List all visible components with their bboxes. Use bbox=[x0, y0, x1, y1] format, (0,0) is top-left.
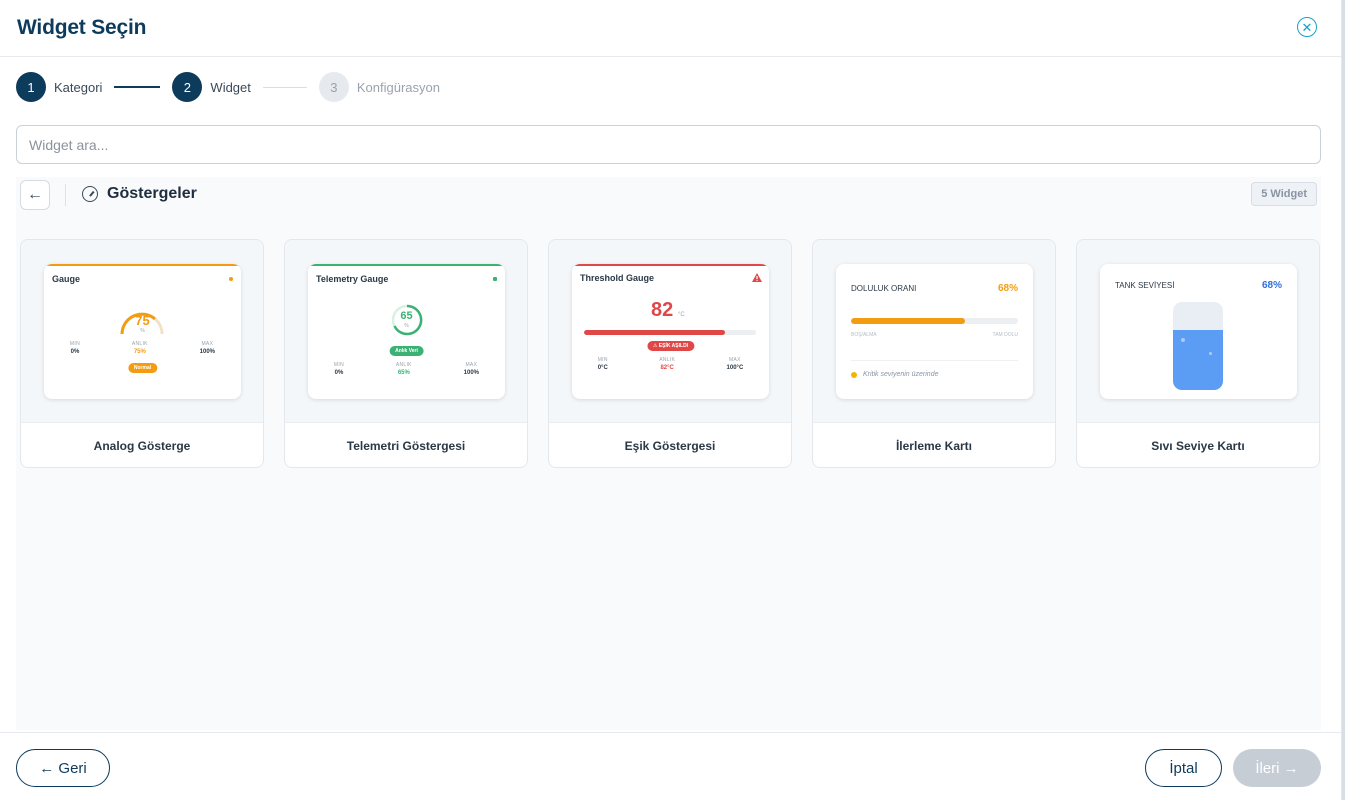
widget-card-name: Eşik Göstergesi bbox=[624, 439, 716, 453]
stat-row: MIN 0% ANLIK 75% MAX 100% bbox=[44, 341, 241, 355]
widget-count-badge: 5 Widget bbox=[1251, 182, 1317, 206]
stat-min: MIN 0°C bbox=[597, 357, 608, 371]
widget-preview: TANK SEVİYESİ 68% bbox=[1077, 240, 1319, 423]
step-connector bbox=[262, 86, 307, 88]
widget-card-telemetry-gauge[interactable]: Telemetry Gauge 65 % Anlık Veri MIN 0% AN… bbox=[284, 239, 528, 468]
widget-card-analog-gauge[interactable]: Gauge 75 % MIN 0% ANLIK 75% MAX 100% Nor… bbox=[20, 239, 264, 468]
status-dot-icon bbox=[493, 277, 497, 281]
progress-left-label: BOŞ/ALMA bbox=[851, 332, 877, 338]
warning-icon bbox=[752, 273, 762, 282]
threshold-bar bbox=[584, 330, 756, 335]
bubble-icon bbox=[1209, 352, 1212, 355]
divider bbox=[851, 360, 1018, 361]
status-dot-icon bbox=[851, 372, 857, 378]
preview-title: Threshold Gauge bbox=[580, 273, 655, 283]
progress-bar bbox=[851, 318, 1018, 324]
progress-right-label: TAM DOLU bbox=[992, 332, 1018, 338]
widget-gallery: ← Göstergeler 5 Widget Gauge 75 % MIN 0%… bbox=[16, 177, 1321, 730]
widget-card-liquid-level[interactable]: TANK SEVİYESİ 68% Sıvı Seviye Kartı bbox=[1076, 239, 1320, 468]
stat-current: ANLIK 82°C bbox=[659, 357, 676, 371]
step-label: Konfigürasyon bbox=[356, 79, 441, 95]
cancel-button[interactable]: İptal bbox=[1145, 749, 1222, 787]
gauge-value: 75 bbox=[135, 313, 150, 328]
preview-title: TANK SEVİYESİ bbox=[1115, 281, 1175, 290]
widget-preview: DOLULUK ORANI 68% BOŞ/ALMA TAM DOLU Krit… bbox=[813, 240, 1055, 423]
widget-card-name: Analog Gösterge bbox=[93, 439, 191, 453]
stat-max: MAX 100% bbox=[463, 362, 480, 376]
widget-card-list: Gauge 75 % MIN 0% ANLIK 75% MAX 100% Nor… bbox=[20, 239, 1320, 468]
preview-card: TANK SEVİYESİ 68% bbox=[1100, 264, 1297, 399]
accent-bar bbox=[44, 264, 241, 266]
status-pill: ⚠ EŞİK AŞILDI bbox=[646, 341, 695, 351]
back-button[interactable]: ← Geri bbox=[16, 749, 110, 787]
preview-card: Telemetry Gauge 65 % Anlık Veri MIN 0% AN… bbox=[308, 264, 505, 399]
status-dot-icon bbox=[229, 277, 233, 281]
accent-bar bbox=[572, 264, 769, 266]
step-connector bbox=[114, 86, 161, 88]
gauge-unit: % bbox=[140, 328, 145, 334]
widget-card-name: Telemetri Göstergesi bbox=[346, 439, 466, 453]
preview-title: Telemetry Gauge bbox=[316, 274, 389, 284]
step-number: 1 bbox=[16, 72, 46, 102]
widget-card-threshold-gauge[interactable]: Threshold Gauge 82 °C ⚠ EŞİK AŞILDI MIN … bbox=[548, 239, 792, 468]
step-configuration: 3 Konfigürasyon bbox=[318, 72, 441, 102]
progress-note: Kritik seviyenin üzerinde bbox=[863, 371, 939, 378]
stat-row: MIN 0°C ANLIK 82°C MAX 100°C bbox=[572, 357, 769, 371]
preview-title: DOLULUK ORANI bbox=[851, 284, 917, 293]
widget-select-modal: Widget Seçin ✕ 1 Kategori 2 Widget 3 Kon… bbox=[0, 0, 1342, 800]
step-category: 1 Kategori bbox=[16, 72, 102, 102]
stat-max: MAX 100% bbox=[199, 341, 216, 355]
gauge-value: 65 bbox=[400, 310, 413, 322]
stat-min: MIN 0% bbox=[69, 341, 80, 355]
bubble-icon bbox=[1181, 338, 1185, 342]
stat-current: ANLIK 65% bbox=[395, 362, 412, 376]
modal-header: Widget Seçin ✕ bbox=[0, 0, 1341, 57]
widget-preview: Telemetry Gauge 65 % Anlık Veri MIN 0% AN… bbox=[285, 240, 527, 423]
category-bar: ← Göstergeler 5 Widget bbox=[16, 177, 1321, 213]
stat-row: MIN 0% ANLIK 65% MAX 100% bbox=[308, 362, 505, 376]
preview-card: Threshold Gauge 82 °C ⚠ EŞİK AŞILDI MIN … bbox=[572, 264, 769, 399]
modal-title: Widget Seçin bbox=[17, 16, 147, 39]
widget-search-input[interactable] bbox=[16, 125, 1321, 164]
stepper: 1 Kategori 2 Widget 3 Konfigürasyon bbox=[16, 72, 440, 102]
gauge-icon bbox=[82, 186, 98, 202]
stat-min: MIN 0% bbox=[333, 362, 344, 376]
modal-footer: ← Geri İptal İleri → bbox=[0, 732, 1342, 800]
progress-bar-fill bbox=[851, 318, 965, 324]
preview-title: Gauge bbox=[52, 274, 81, 284]
stat-current: ANLIK 75% bbox=[131, 341, 148, 355]
widget-card-name: Sıvı Seviye Kartı bbox=[1151, 439, 1245, 453]
widget-preview: Gauge 75 % MIN 0% ANLIK 75% MAX 100% Nor… bbox=[21, 240, 263, 423]
preview-card: Gauge 75 % MIN 0% ANLIK 75% MAX 100% Nor… bbox=[44, 264, 241, 399]
step-number: 3 bbox=[318, 72, 349, 102]
arrow-left-icon[interactable]: ← bbox=[20, 180, 50, 210]
widget-card-progress[interactable]: DOLULUK ORANI 68% BOŞ/ALMA TAM DOLU Krit… bbox=[812, 239, 1056, 468]
gauge-unit: % bbox=[404, 323, 409, 329]
tank-icon bbox=[1173, 302, 1223, 390]
category-title: Göstergeler bbox=[107, 185, 197, 202]
widget-card-name: İlerleme Kartı bbox=[895, 439, 973, 453]
close-icon[interactable]: ✕ bbox=[1297, 17, 1317, 37]
step-label: Kategori bbox=[54, 79, 103, 95]
threshold-bar-fill bbox=[584, 330, 726, 335]
threshold-unit: °C bbox=[678, 312, 685, 318]
threshold-value: 82 bbox=[651, 299, 674, 321]
next-button[interactable]: İleri → bbox=[1233, 749, 1321, 787]
preview-card: DOLULUK ORANI 68% BOŞ/ALMA TAM DOLU Krit… bbox=[836, 264, 1033, 399]
step-widget: 2 Widget bbox=[172, 72, 251, 102]
tank-value: 68% bbox=[1261, 280, 1282, 291]
divider bbox=[65, 184, 66, 206]
progress-value: 68% bbox=[997, 283, 1018, 294]
status-pill: Anlık Veri bbox=[389, 346, 424, 356]
widget-preview: Threshold Gauge 82 °C ⚠ EŞİK AŞILDI MIN … bbox=[549, 240, 791, 423]
accent-bar bbox=[308, 264, 505, 266]
step-number: 2 bbox=[172, 72, 203, 102]
stat-max: MAX 100°C bbox=[726, 357, 744, 371]
step-label: Widget bbox=[210, 79, 251, 95]
status-pill: Normal bbox=[127, 363, 158, 373]
